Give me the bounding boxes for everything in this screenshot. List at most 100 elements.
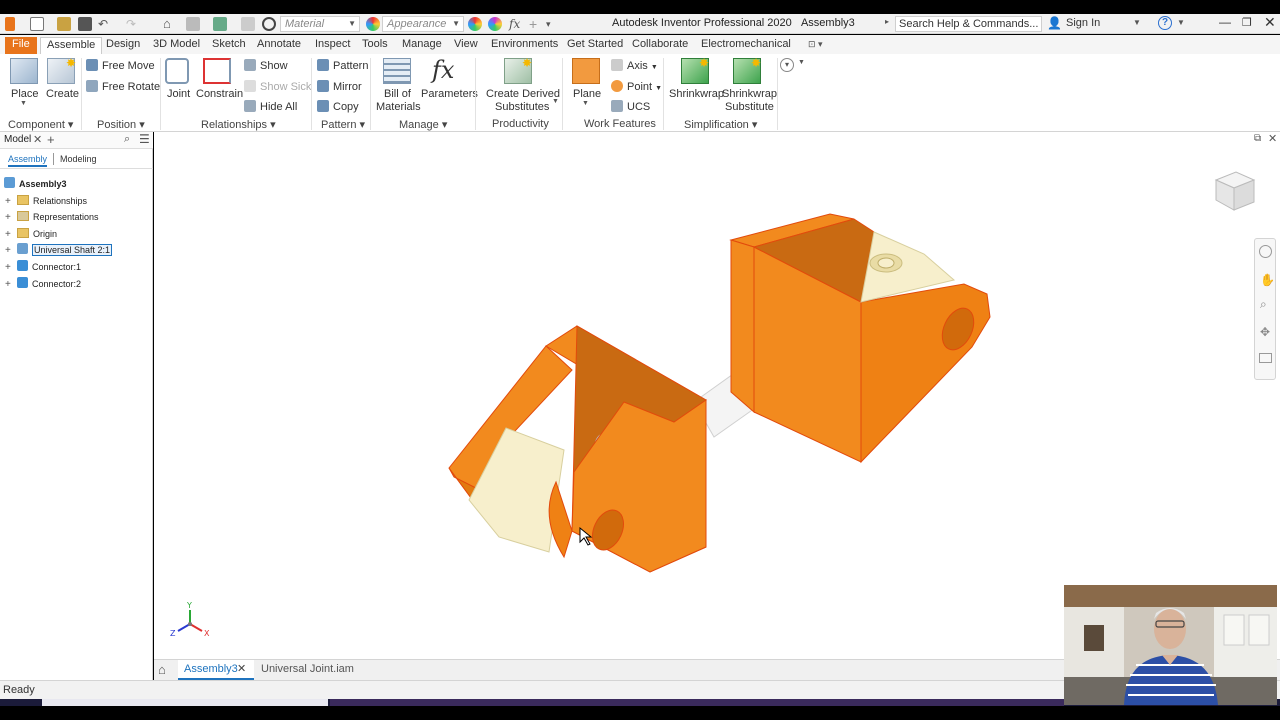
ribbon-display-toggle-icon[interactable]: ⊡ ▾ — [808, 37, 823, 54]
show-sick-button[interactable]: Show Sick — [244, 80, 311, 93]
graphics-viewport[interactable]: Y X Z ⧉ ✕ ✋ ⌕ ✥ — [154, 132, 1280, 660]
free-move-button[interactable]: Free Move — [86, 59, 155, 72]
tab-electromechanical[interactable]: Electromechanical — [701, 37, 791, 54]
free-rotate-button[interactable]: Free Rotate — [86, 80, 160, 93]
tree-root[interactable]: Assembly3 — [4, 177, 67, 192]
adjust-appearance-icon[interactable] — [488, 17, 502, 31]
plane-button[interactable]: Plane — [573, 88, 601, 100]
show-button[interactable]: Show — [244, 59, 288, 72]
doc-tab-universal-joint[interactable]: Universal Joint.iam — [261, 663, 354, 675]
steering-wheel-icon[interactable] — [1259, 245, 1272, 258]
group-label-position[interactable]: Position ▾ — [97, 118, 145, 131]
create-button[interactable]: Create — [46, 88, 79, 100]
tab-design[interactable]: Design — [106, 37, 140, 54]
derived-dropdown-icon[interactable]: ▼ — [552, 98, 559, 105]
orbit-icon[interactable]: ✥ — [1260, 325, 1270, 339]
save-icon[interactable] — [78, 17, 92, 31]
home-icon[interactable]: ⌂ — [163, 17, 177, 31]
bill-of-materials-button[interactable]: Bill of — [384, 88, 411, 100]
tab-sketch[interactable]: Sketch — [212, 37, 246, 54]
tab-3d-model[interactable]: 3D Model — [153, 37, 200, 54]
parameters-button[interactable]: Parameters — [421, 88, 478, 100]
tree-item-representations[interactable]: + Representations — [5, 210, 99, 225]
browser-close-icon[interactable]: ✕ — [33, 133, 42, 146]
browser-tab-modeling[interactable]: Modeling — [60, 154, 97, 164]
axis-button[interactable]: Axis ▼ — [611, 59, 658, 72]
taskbar-item[interactable] — [330, 699, 1064, 706]
constrain-button[interactable]: Constrain — [196, 88, 243, 100]
help-dropdown-icon[interactable]: ▼ — [1177, 18, 1185, 27]
select-icon[interactable] — [213, 17, 227, 31]
hide-all-button[interactable]: Hide All — [244, 100, 297, 113]
help-icon[interactable]: ? — [1158, 16, 1172, 30]
expand-icon[interactable]: + — [5, 211, 13, 225]
tab-inspect[interactable]: Inspect — [315, 37, 350, 54]
tab-annotate[interactable]: Annotate — [257, 37, 301, 54]
tab-get-started[interactable]: Get Started — [567, 37, 623, 54]
browser-search-icon[interactable]: ⌕ — [124, 133, 130, 146]
tree-item-connector-1[interactable]: + Connector:1 — [5, 260, 81, 275]
viewport-restore-icon[interactable]: ⧉ — [1254, 133, 1261, 144]
tab-collaborate[interactable]: Collaborate — [632, 37, 688, 54]
group-label-component[interactable]: Component ▾ — [8, 118, 73, 131]
viewcube[interactable] — [1212, 168, 1256, 212]
close-window-icon[interactable]: ✕ — [1264, 14, 1276, 31]
copy-button[interactable]: Copy — [317, 100, 359, 113]
plane-dropdown-icon[interactable]: ▼ — [582, 100, 589, 107]
tree-item-origin[interactable]: + Origin — [5, 227, 57, 242]
material-combo[interactable]: Material ▼ — [280, 16, 360, 32]
browser-add-icon[interactable]: + — [47, 132, 55, 147]
fx-icon[interactable]: fx — [509, 17, 523, 31]
update-icon[interactable] — [241, 17, 255, 31]
expand-icon[interactable]: + — [5, 244, 13, 258]
tab-environments[interactable]: Environments — [491, 37, 558, 54]
mirror-button[interactable]: Mirror — [317, 80, 362, 93]
tab-assemble[interactable]: Assemble — [40, 37, 103, 54]
tab-view[interactable]: View — [454, 37, 478, 54]
expand-icon[interactable]: + — [5, 278, 13, 292]
rename-field[interactable]: Universal Shaft 2:1 — [32, 244, 113, 256]
home-tab-icon[interactable]: ⌂ — [158, 662, 166, 677]
group-label-simplification[interactable]: Simplification ▾ — [684, 118, 757, 131]
viewport-close-icon[interactable]: ✕ — [1268, 132, 1277, 145]
tab-manage[interactable]: Manage — [402, 37, 442, 54]
expand-icon[interactable]: + — [5, 195, 13, 209]
open-icon[interactable] — [57, 17, 71, 31]
pattern-button[interactable]: Pattern — [317, 59, 368, 72]
zoom-icon[interactable]: ⌕ — [1260, 297, 1267, 312]
place-dropdown-icon[interactable]: ▼ — [20, 100, 27, 107]
doc-tab-assembly3[interactable]: Assembly3 ✕ — [178, 660, 254, 680]
group-label-pattern[interactable]: Pattern ▾ — [321, 118, 365, 131]
shrinkwrap-button[interactable]: Shrinkwrap — [669, 88, 724, 100]
place-button[interactable]: Place — [11, 88, 39, 100]
group-label-manage[interactable]: Manage ▾ — [399, 118, 447, 131]
view-face-icon[interactable] — [1259, 353, 1272, 363]
adaptive-icon[interactable] — [262, 17, 276, 31]
doc-tab-close-icon[interactable]: ✕ — [237, 662, 246, 675]
minimize-icon[interactable]: — — [1219, 15, 1231, 29]
create-derived-substitutes-button[interactable]: Create Derived — [486, 88, 560, 100]
ucs-button[interactable]: UCS — [611, 100, 650, 113]
redo-icon[interactable]: ↷ — [126, 17, 140, 31]
right-yoke[interactable] — [729, 213, 991, 464]
tab-tools[interactable]: Tools — [362, 37, 388, 54]
customize-qa-icon[interactable]: ▾ — [546, 17, 560, 31]
search-help-input[interactable]: Search Help & Commands... — [895, 16, 1042, 32]
ribbon-options-icon[interactable]: ▾ — [780, 58, 794, 72]
sign-in-link[interactable]: Sign In — [1066, 17, 1100, 29]
shrinkwrap-substitute-line2[interactable]: Substitute — [725, 101, 774, 113]
shrinkwrap-substitute-button[interactable]: Shrinkwrap — [722, 88, 777, 100]
return-icon[interactable] — [186, 17, 200, 31]
undo-icon[interactable]: ↶ — [98, 17, 112, 31]
joint-button[interactable]: Joint — [167, 88, 190, 100]
bill-of-materials-button-line2[interactable]: Materials — [376, 101, 421, 113]
point-button[interactable]: Point ▼ — [611, 80, 662, 93]
ribbon-options-dropdown-icon[interactable]: ▼ — [798, 59, 805, 66]
tree-item-connector-2[interactable]: + Connector:2 — [5, 277, 81, 292]
expand-icon[interactable]: + — [5, 261, 13, 275]
new-file-icon[interactable] — [30, 17, 44, 31]
group-label-relationships[interactable]: Relationships ▾ — [201, 118, 276, 131]
clear-appearance-icon[interactable] — [468, 17, 482, 31]
expand-icon[interactable]: + — [5, 228, 13, 242]
tree-item-relationships[interactable]: + Relationships — [5, 194, 87, 209]
